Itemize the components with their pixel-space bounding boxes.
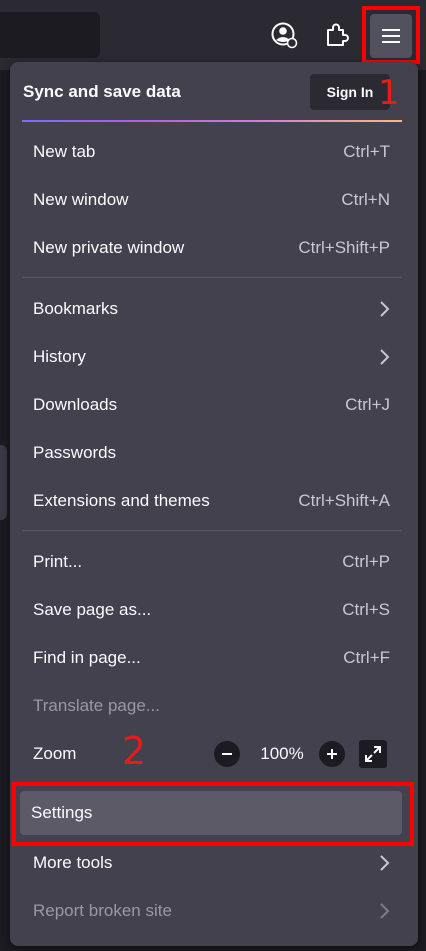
extensions-button[interactable] — [318, 16, 356, 54]
menu-item-label: Save page as... — [33, 600, 152, 619]
menu-item-label: New tab — [33, 142, 96, 161]
menu-item-report-broken-site: Report broken site — [22, 889, 402, 933]
annotation-step-2: 2 — [122, 729, 147, 773]
annotation-step-1: 1 — [378, 73, 400, 113]
menu-item-shortcut: Ctrl+S — [342, 600, 390, 619]
menu-item-label: Downloads — [33, 395, 118, 414]
menu-item-extensions-themes[interactable]: Extensions and themes Ctrl+Shift+A — [22, 479, 402, 523]
url-bar[interactable] — [0, 12, 100, 58]
annotation-highlight-menu-button — [362, 6, 420, 64]
sidebar-handle — [0, 445, 7, 520]
fullscreen-button[interactable] — [359, 740, 387, 768]
zoom-in-button[interactable] — [319, 741, 345, 767]
menu-item-shortcut: Ctrl+N — [341, 190, 390, 209]
menu-item-label: Print... — [33, 552, 83, 571]
fullscreen-icon — [365, 746, 381, 762]
browser-window: Sync and save data Sign In 1 New tab Ctr… — [0, 0, 426, 951]
account-icon — [271, 22, 298, 49]
zoom-out-button[interactable] — [214, 741, 240, 767]
puzzle-icon — [327, 23, 349, 46]
menu-item-find-in-page[interactable]: Find in page... Ctrl+F — [22, 636, 402, 680]
menu-item-new-private-window[interactable]: New private window Ctrl+Shift+P — [22, 226, 402, 270]
toolbar — [0, 0, 426, 70]
menu-item-label: Report broken site — [33, 901, 172, 920]
menu-item-print[interactable]: Print... Ctrl+P — [22, 540, 402, 584]
menu-item-translate-page: Translate page... — [22, 684, 402, 728]
zoom-controls: 100% — [214, 738, 387, 770]
chevron-right-icon — [378, 854, 390, 872]
plus-icon — [327, 749, 337, 759]
menu-item-label: Find in page... — [33, 648, 141, 667]
menu-item-new-window[interactable]: New window Ctrl+N — [22, 178, 402, 222]
menu-item-label: Extensions and themes — [33, 491, 210, 510]
menu-item-label: Bookmarks — [33, 299, 119, 318]
menu-item-bookmarks[interactable]: Bookmarks — [22, 287, 402, 331]
menu-item-shortcut: Ctrl+P — [342, 552, 390, 571]
minus-icon — [222, 753, 232, 755]
chevron-right-icon — [378, 348, 390, 366]
chevron-right-icon — [378, 902, 390, 920]
menu-item-label: More tools — [33, 853, 113, 872]
menu-item-shortcut: Ctrl+J — [345, 395, 390, 414]
chevron-right-icon — [378, 300, 390, 318]
menu-item-shortcut: Ctrl+T — [343, 142, 390, 161]
sync-gradient-divider — [22, 120, 402, 122]
menu-item-passwords[interactable]: Passwords — [22, 431, 402, 475]
menu-item-more-tools[interactable]: More tools — [22, 841, 402, 885]
menu-item-label: New private window — [33, 238, 185, 257]
menu-item-label: Zoom — [33, 744, 77, 763]
menu-item-save-page[interactable]: Save page as... Ctrl+S — [22, 588, 402, 632]
menu-item-history[interactable]: History — [22, 335, 402, 379]
sync-header: Sync and save data — [23, 82, 181, 101]
menu-item-shortcut: Ctrl+Shift+A — [298, 491, 390, 510]
account-button[interactable] — [265, 16, 303, 54]
menu-item-new-tab[interactable]: New tab Ctrl+T — [22, 130, 402, 174]
menu-item-label: New window — [33, 190, 129, 209]
menu-item-label: Translate page... — [33, 696, 160, 715]
menu-item-label: Passwords — [33, 443, 117, 462]
menu-item-downloads[interactable]: Downloads Ctrl+J — [22, 383, 402, 427]
menu-item-shortcut: Ctrl+F — [343, 648, 390, 667]
zoom-reset-button[interactable]: 100% — [252, 744, 312, 764]
annotation-highlight-settings — [12, 782, 414, 846]
menu-separator — [22, 530, 402, 531]
menu-separator — [22, 277, 402, 278]
menu-item-shortcut: Ctrl+Shift+P — [298, 238, 390, 257]
menu-item-label: History — [33, 347, 86, 366]
